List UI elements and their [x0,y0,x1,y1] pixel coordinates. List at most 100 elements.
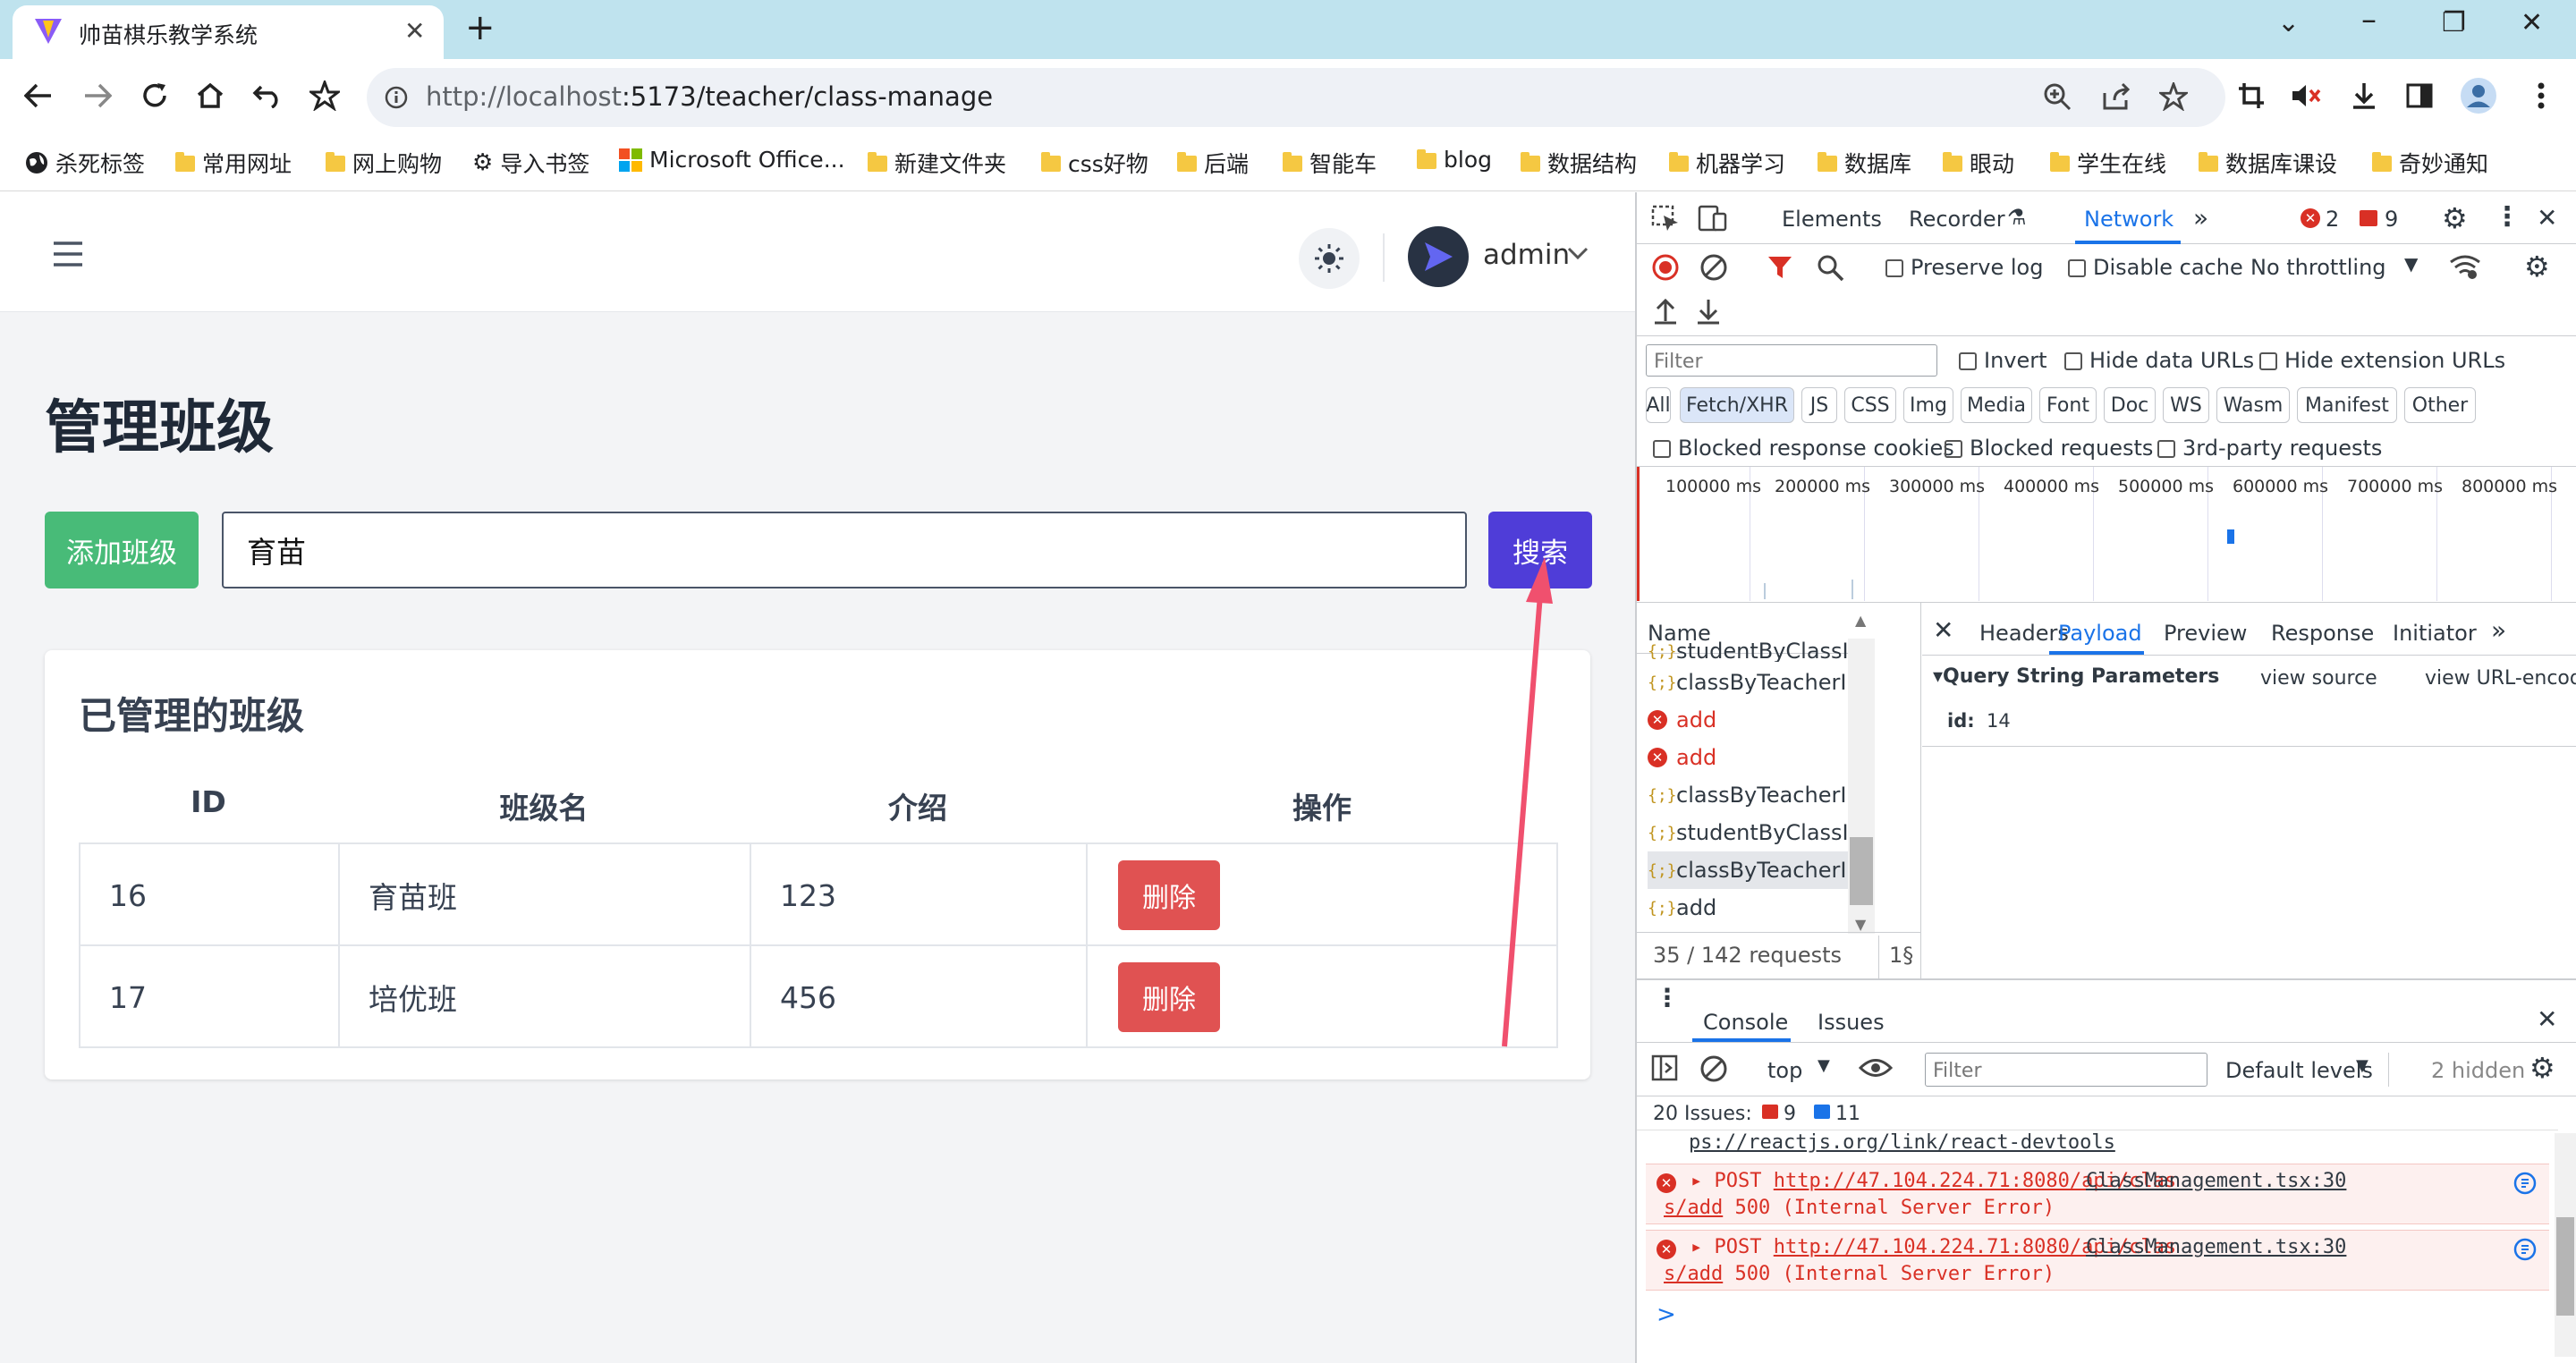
filter-all[interactable]: All [1646,387,1671,423]
minimize-icon[interactable]: – [2361,2,2377,38]
bookmark-folder[interactable]: 网上购物 [326,147,442,179]
ai-insight-icon[interactable] [2513,1172,2537,1195]
settings-gear-icon[interactable]: ⚙ [2442,201,2468,235]
tab-recorder[interactable]: Recorder [1909,207,2005,232]
bookmark-item[interactable]: Microsoft Office... [619,147,845,173]
tab-elements[interactable]: Elements [1782,207,1882,232]
side-panel-icon[interactable] [2399,75,2440,116]
bookmark-folder[interactable]: 学生在线 [2050,147,2166,179]
bookmark-folder[interactable]: 数据库 [1818,147,1911,179]
inspect-element-icon[interactable] [1651,205,1680,232]
profile-avatar-icon[interactable] [2458,75,2499,116]
bookmark-folder[interactable]: 智能车 [1283,147,1377,179]
issues-error-count[interactable]: 9 [1784,1103,1796,1125]
theme-toggle-button[interactable] [1299,228,1360,289]
error-url-link[interactable]: s/add [1664,1263,1723,1285]
eye-icon[interactable] [1859,1056,1893,1079]
dropdown-arrow-icon[interactable]: ▼ [1818,1056,1830,1075]
tab-payload[interactable]: Payload [2058,621,2142,646]
import-har-icon[interactable] [1653,298,1678,325]
filter-funnel-icon[interactable] [1767,255,1792,280]
share-icon[interactable] [2102,82,2131,111]
bookmark-folder[interactable]: 后端 [1177,147,1249,179]
forward-icon[interactable] [77,75,118,116]
info-icon[interactable] [385,86,408,109]
request-list-scrollbar[interactable] [1848,639,1875,934]
console-log-link[interactable]: ps://reactjs.org/link/react-devtools [1689,1131,2115,1154]
search-icon[interactable] [1816,253,1844,282]
drawer-divider[interactable] [1637,978,2576,980]
chevron-down-icon[interactable]: ⌄ [2277,7,2300,38]
hide-extension-urls-checkbox[interactable]: Hide extension URLs [2259,348,2505,373]
tab-initiator[interactable]: Initiator [2393,621,2477,646]
bookmark-folder[interactable]: 数据库课设 [2199,147,2337,179]
ai-insight-icon[interactable] [2513,1238,2537,1261]
bookmark-folder[interactable]: 新建文件夹 [868,147,1006,179]
dropdown-arrow-icon[interactable]: ▼ [2356,1056,2368,1075]
scrollbar-thumb[interactable] [2556,1217,2574,1316]
scrollbar-thumb[interactable] [1850,837,1873,905]
avatar[interactable] [1408,226,1469,287]
tab-response[interactable]: Response [2271,621,2374,646]
context-select[interactable]: top [1767,1058,1802,1083]
sidebar-toggle-icon[interactable] [1651,1054,1678,1081]
tab-issues[interactable]: Issues [1818,1010,1885,1035]
tab-preview[interactable]: Preview [2164,621,2247,646]
error-count[interactable]: 2 [2326,207,2339,232]
undo-icon[interactable] [247,75,288,116]
source-link[interactable]: ClassManagement.tsx:30 [2086,1170,2346,1192]
clear-console-icon[interactable] [1699,1054,1728,1083]
restore-icon[interactable]: ❐ [2442,7,2466,38]
close-drawer-icon[interactable]: ✕ [2537,1004,2557,1034]
request-row[interactable]: {;} add [1648,889,1857,927]
close-detail-icon[interactable]: ✕ [1933,615,1953,645]
username-label[interactable]: admin [1483,239,1570,271]
tab-headers[interactable]: Headers [1979,621,2069,646]
mute-icon[interactable] [2286,75,2327,116]
scroll-down-icon[interactable]: ▼ [1855,916,1866,933]
network-filter-input[interactable]: Filter [1646,344,1937,377]
more-tabs-icon[interactable]: » [2193,203,2208,233]
clear-icon[interactable] [1699,253,1728,282]
kebab-menu-icon[interactable]: ⋮ [2494,201,2521,233]
view-url-encoded-link[interactable]: view URL-encoded [2425,667,2576,690]
filter-manifest[interactable]: Manifest [2297,387,2397,423]
url-text[interactable]: http://localhost:5173/teacher/class-mana… [426,81,993,112]
request-row-selected[interactable]: {;} classByTeacherI... [1648,851,1857,889]
add-class-button[interactable]: 添加班级 [45,512,199,588]
device-toolbar-icon[interactable] [1698,205,1728,232]
bookmark-folder[interactable]: css好物 [1041,147,1148,179]
zoom-icon[interactable] [2043,82,2072,111]
star-icon[interactable] [2159,82,2188,111]
filter-media[interactable]: Media [1961,387,2032,423]
filter-other[interactable]: Other [2404,387,2476,423]
query-params-toggle[interactable]: ▾Query String Parameters [1933,665,2219,688]
export-har-icon[interactable] [1696,298,1721,325]
bookmark-item[interactable]: 杀死标签 [25,147,145,179]
filter-font[interactable]: Font [2039,387,2097,423]
console-settings-gear-icon[interactable]: ⚙ [2529,1051,2555,1085]
preserve-log-checkbox[interactable]: Preserve log [1885,255,2043,280]
filter-wasm[interactable]: Wasm [2216,387,2290,423]
blocked-requests-checkbox[interactable]: Blocked requests [1945,436,2153,461]
close-window-icon[interactable]: ✕ [2521,7,2543,38]
reload-icon[interactable] [134,75,175,116]
source-link[interactable]: ClassManagement.tsx:30 [2086,1236,2346,1258]
network-settings-gear-icon[interactable]: ⚙ [2524,250,2550,284]
scroll-up-icon[interactable]: ▲ [1855,612,1866,629]
issue-count[interactable]: 9 [2385,207,2398,232]
network-conditions-icon[interactable] [2449,253,2481,280]
console-scrollbar[interactable] [2555,1133,2576,1357]
bookmark-folder[interactable]: blog [1417,147,1492,173]
third-party-checkbox[interactable]: 3rd-party requests [2157,436,2382,461]
console-prompt[interactable]: > [1657,1301,1676,1328]
menu-kebab-icon[interactable] [2521,75,2562,116]
bookmark-folder[interactable]: 数据结构 [1521,147,1637,179]
record-stop-icon[interactable] [1651,253,1680,282]
disable-cache-checkbox[interactable]: Disable cache [2068,255,2243,280]
filter-ws[interactable]: WS [2163,387,2209,423]
crop-icon[interactable] [2231,75,2272,116]
view-source-link[interactable]: view source [2260,667,2377,690]
search-input[interactable]: 育苗 [222,512,1467,588]
filter-css[interactable]: CSS [1844,387,1896,423]
